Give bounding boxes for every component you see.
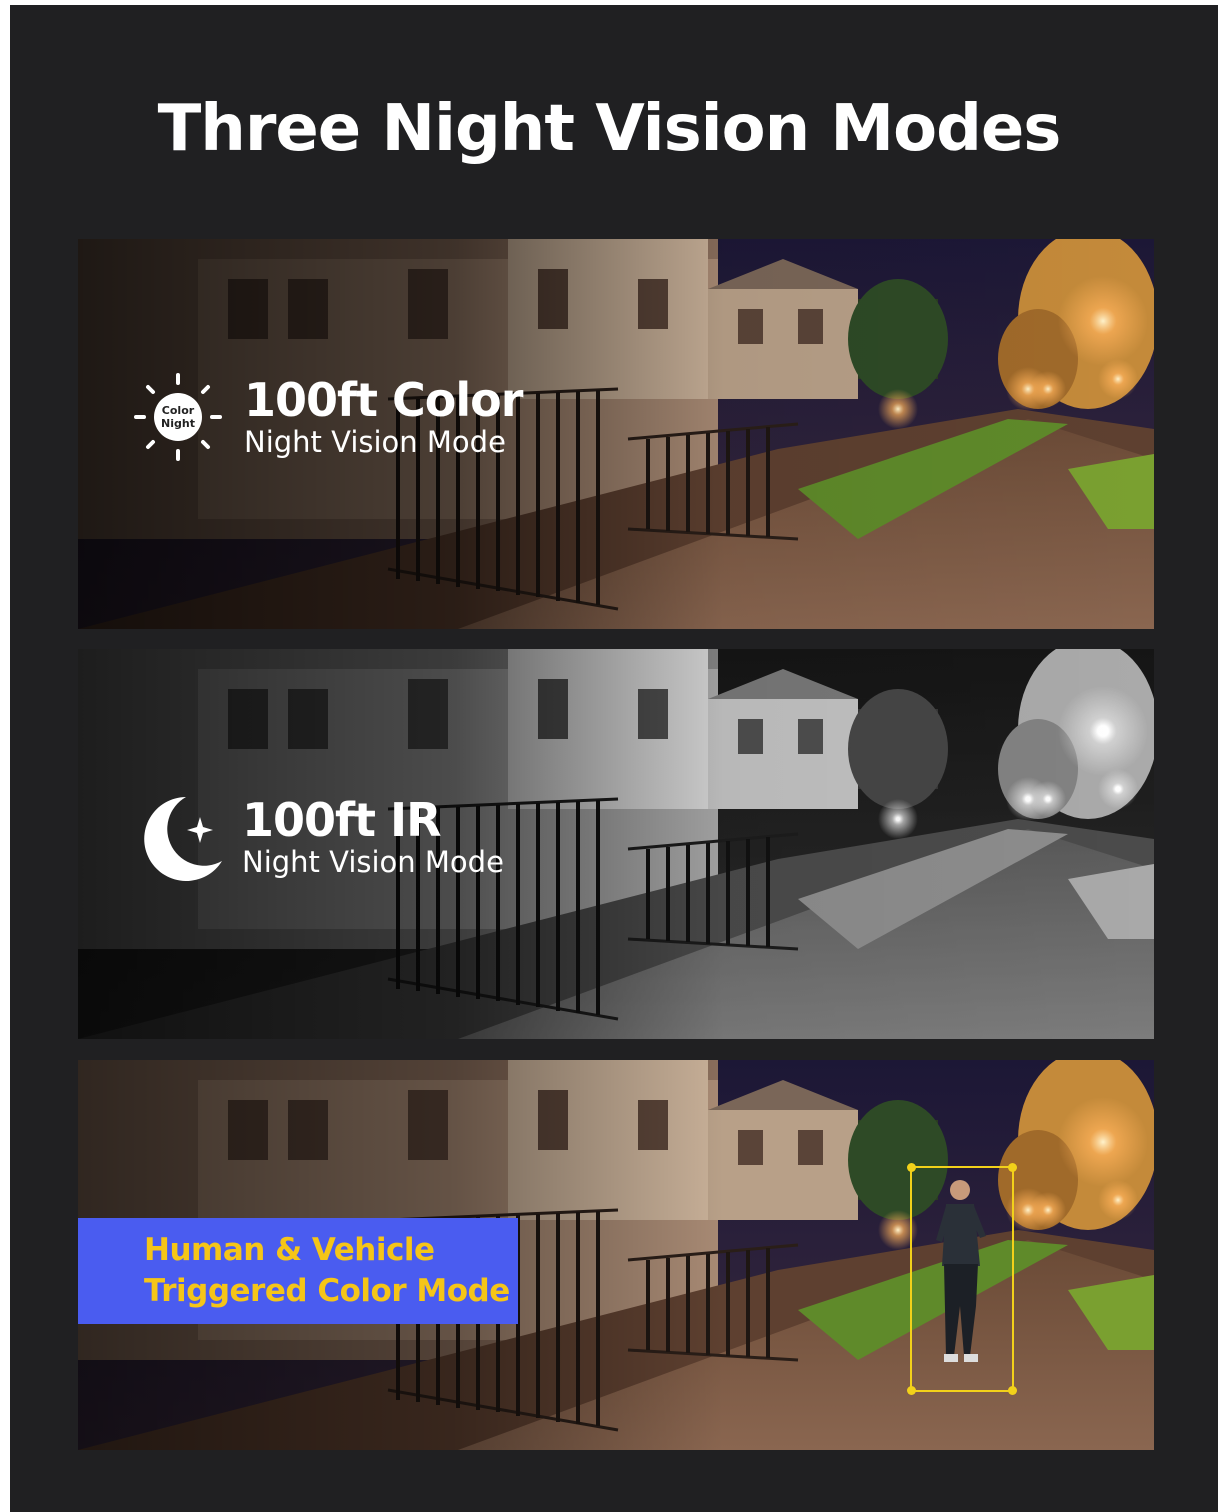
color-night-sun-icon: Color Night	[134, 373, 222, 461]
ir-mode-subheading: Night Vision Mode	[242, 845, 504, 879]
color-mode-heading: 100ft Color	[244, 373, 523, 427]
ir-night-vision-panel: 100ft IR Night Vision Mode	[78, 649, 1154, 1039]
triggered-color-panel: Human & Vehicle Triggered Color Mode	[78, 1060, 1154, 1450]
page-title: Three Night Vision Modes	[157, 92, 1062, 166]
triggered-mode-badge: Human & Vehicle Triggered Color Mode	[78, 1218, 518, 1324]
badge-line-1: Human & Vehicle	[144, 1232, 435, 1268]
ir-mode-heading: 100ft IR	[242, 793, 442, 847]
color-night-vision-panel: Color Night 100ft Color Night Vision Mod…	[78, 239, 1154, 629]
svg-text:Night: Night	[161, 417, 195, 430]
moon-star-icon	[144, 797, 222, 881]
svg-text:Color: Color	[162, 404, 195, 417]
badge-line-2: Triggered Color Mode	[144, 1273, 510, 1309]
color-mode-subheading: Night Vision Mode	[244, 425, 506, 459]
human-detection-box	[907, 1163, 1017, 1395]
